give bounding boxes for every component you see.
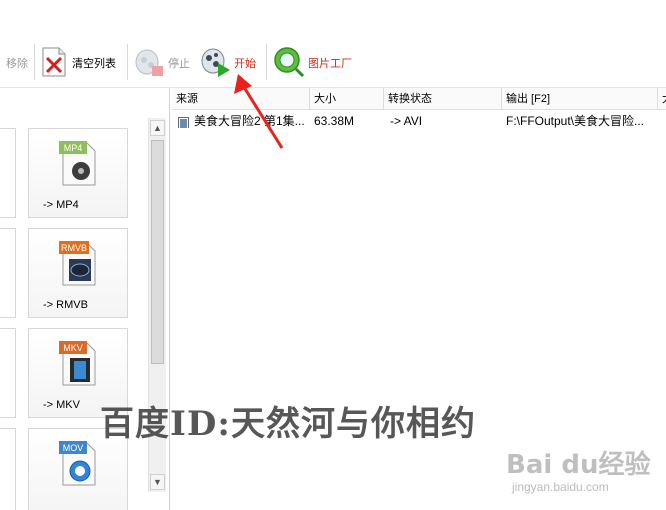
- row-output: F:\FFOutput\美食大冒险...: [506, 114, 645, 128]
- row-size: 63.38M: [314, 114, 355, 128]
- baidu-jingyan-logo: Bai du经验 jingyan.baidu.com: [506, 444, 656, 502]
- column-size[interactable]: 大小: [310, 88, 384, 110]
- format-card-partial[interactable]: [0, 428, 16, 510]
- watermark-text: 百度ID:天然河与你相约: [100, 404, 476, 444]
- format-card-partial[interactable]: [0, 128, 16, 218]
- annotation-arrow: [234, 74, 284, 149]
- format-label: -> MKV: [43, 399, 80, 411]
- mov-file-icon: MOV: [59, 439, 99, 490]
- mkv-badge-text: MKV: [63, 343, 83, 353]
- stop-button[interactable]: 停止: [134, 46, 190, 80]
- scroll-up-icon[interactable]: ▲: [150, 120, 165, 136]
- column-extra[interactable]: 大: [658, 88, 666, 110]
- toolbar-separator: [34, 44, 35, 80]
- toolbar: 移除 清空列表 停止 开始 图片工厂: [0, 0, 666, 88]
- row-status: -> AVI: [390, 114, 423, 128]
- column-output[interactable]: 输出 [F2]: [502, 88, 658, 110]
- rmvb-file-icon: RMVB: [59, 239, 99, 290]
- picture-factory-label: 图片工厂: [308, 58, 352, 70]
- format-card-rmvb[interactable]: RMVB -> RMVB: [28, 228, 128, 318]
- toolbar-separator: [127, 44, 128, 80]
- format-label: -> MP4: [43, 199, 79, 211]
- column-status[interactable]: 转换状态: [384, 88, 502, 110]
- format-card-mp4[interactable]: MP4 -> MP4: [28, 128, 128, 218]
- format-card-partial[interactable]: [0, 228, 16, 318]
- format-card-partial[interactable]: [0, 328, 16, 418]
- baidu-url-text: jingyan.baidu.com: [512, 480, 609, 494]
- rmvb-badge-text: RMVB: [61, 243, 87, 253]
- mov-badge-text: MOV: [63, 443, 84, 453]
- clear-list-icon: [40, 46, 68, 81]
- clear-list-label: 清空列表: [72, 58, 116, 70]
- format-label: -> RMVB: [43, 299, 88, 311]
- remove-button[interactable]: 移除: [6, 46, 28, 80]
- remove-label: 移除: [6, 58, 28, 70]
- stop-label: 停止: [168, 58, 190, 70]
- format-list: MP4 -> MP4 RMVB -> RMVB MKV -> MKV MOV: [0, 88, 170, 510]
- scrollbar-thumb[interactable]: [151, 140, 164, 364]
- clear-list-button[interactable]: 清空列表: [40, 46, 116, 80]
- start-label: 开始: [234, 58, 256, 70]
- mp4-badge-text: MP4: [64, 143, 83, 153]
- scroll-down-icon[interactable]: ▼: [150, 474, 165, 490]
- mkv-file-icon: MKV: [59, 339, 99, 390]
- baidu-logo-text: Bai du经验: [506, 450, 651, 480]
- mp4-file-icon: MP4: [59, 139, 99, 190]
- stop-icon: [134, 46, 166, 81]
- video-file-icon: [178, 115, 189, 128]
